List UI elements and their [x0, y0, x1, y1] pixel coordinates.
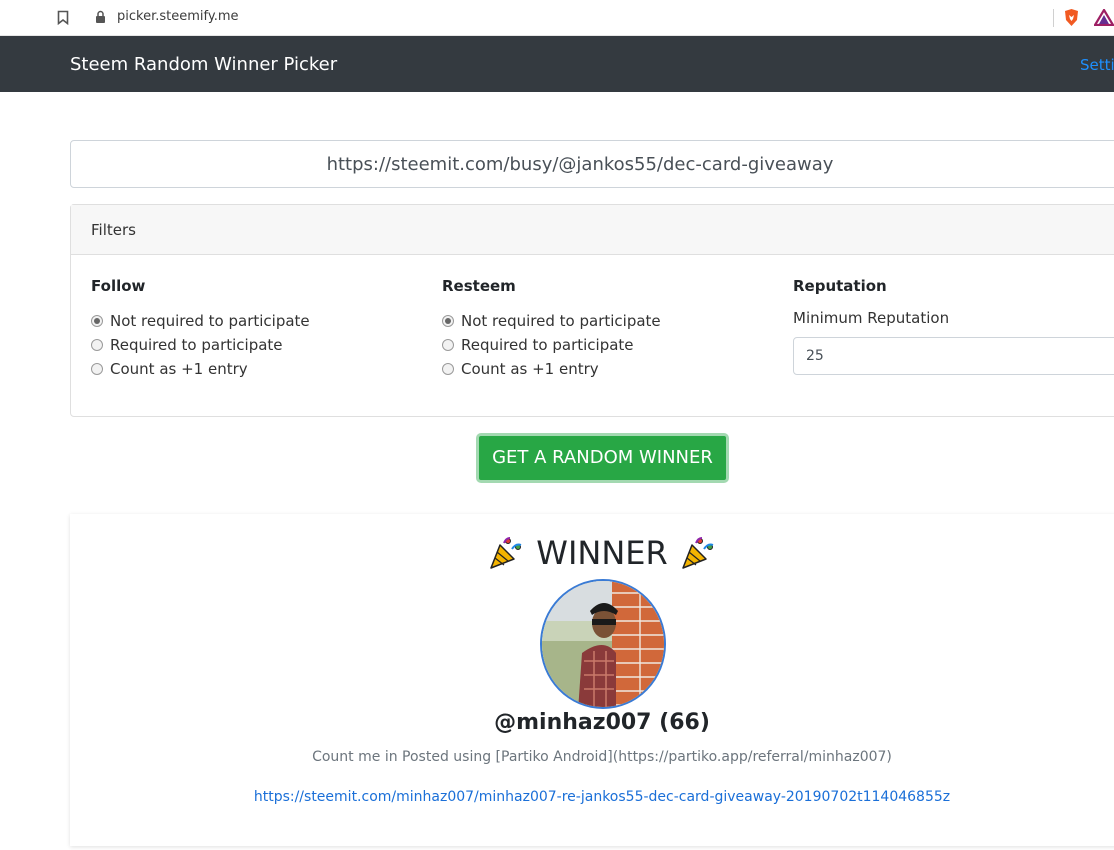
- reputation-filter: Reputation Minimum Reputation: [793, 277, 1114, 375]
- toolbar-divider: [1053, 9, 1054, 27]
- winner-card: WINNER @minhaz007 (66) Count me in Poste…: [70, 514, 1114, 846]
- resteem-option-not-required[interactable]: Not required to participate: [442, 309, 661, 333]
- winner-comment-link[interactable]: https://steemit.com/minhaz007/minhaz007-…: [70, 789, 1114, 805]
- avatar-photo: [542, 581, 664, 707]
- min-reputation-input[interactable]: [793, 337, 1114, 375]
- bookmark-icon[interactable]: [57, 10, 69, 25]
- radio-label: Not required to participate: [461, 312, 661, 330]
- radio-label: Count as +1 entry: [110, 360, 248, 378]
- radio-button[interactable]: [442, 363, 454, 375]
- min-reputation-label: Minimum Reputation: [793, 309, 950, 327]
- radio-button[interactable]: [442, 339, 454, 351]
- address-bar-url[interactable]: picker.steemify.me: [117, 9, 238, 24]
- filters-card: Filters Follow Not required to participa…: [70, 204, 1114, 417]
- radio-label: Required to participate: [110, 336, 283, 354]
- radio-button[interactable]: [442, 315, 454, 327]
- winner-username: @minhaz007 (66): [494, 710, 710, 735]
- post-url-input[interactable]: [70, 140, 1114, 188]
- resteem-option-required[interactable]: Required to participate: [442, 333, 661, 357]
- rewards-triangle-icon[interactable]: [1094, 9, 1114, 26]
- brave-shield-icon[interactable]: [1063, 8, 1080, 27]
- winner-avatar: [540, 579, 666, 709]
- party-popper-icon: [681, 537, 714, 569]
- radio-label: Not required to participate: [110, 312, 310, 330]
- radio-label: Required to participate: [461, 336, 634, 354]
- follow-option-extra-entry[interactable]: Count as +1 entry: [91, 357, 310, 381]
- party-popper-icon: [490, 537, 522, 569]
- radio-button[interactable]: [91, 339, 103, 351]
- winner-heading: WINNER: [70, 534, 1114, 572]
- follow-title: Follow: [91, 277, 146, 295]
- resteem-title: Resteem: [442, 277, 516, 295]
- winner-comment: Count me in Posted using [Partiko Androi…: [312, 749, 892, 765]
- resteem-filter: Resteem Not required to participate Requ…: [442, 277, 661, 381]
- filters-header: Filters: [71, 205, 1114, 255]
- radio-button[interactable]: [91, 315, 103, 327]
- winner-heading-text: WINNER: [536, 534, 668, 572]
- radio-label: Count as +1 entry: [461, 360, 599, 378]
- settings-link[interactable]: Settin: [1080, 56, 1114, 74]
- radio-button[interactable]: [91, 363, 103, 375]
- browser-toolbar: picker.steemify.me: [0, 0, 1114, 36]
- reputation-title: Reputation: [793, 277, 887, 295]
- navbar: Steem Random Winner Picker Settin: [0, 36, 1114, 92]
- follow-filter: Follow Not required to participate Requi…: [91, 277, 310, 381]
- follow-option-required[interactable]: Required to participate: [91, 333, 310, 357]
- follow-option-not-required[interactable]: Not required to participate: [91, 309, 310, 333]
- resteem-option-extra-entry[interactable]: Count as +1 entry: [442, 357, 661, 381]
- lock-icon[interactable]: [95, 10, 106, 24]
- brand-title[interactable]: Steem Random Winner Picker: [70, 54, 337, 75]
- get-random-winner-button[interactable]: GET A RANDOM WINNER: [476, 433, 729, 483]
